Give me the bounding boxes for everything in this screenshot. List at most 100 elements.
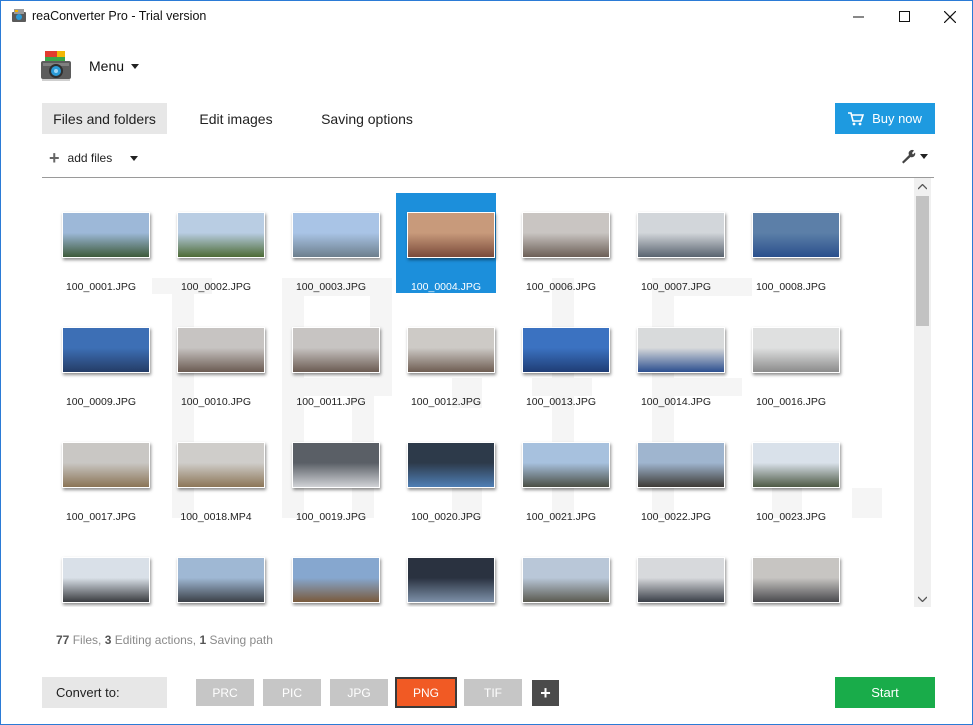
format-label: JPG (347, 685, 371, 700)
thumbnail-image (407, 327, 495, 373)
thumbnail-image (62, 557, 150, 603)
file-thumbnail[interactable]: 100_0013.JPG (511, 308, 611, 408)
file-name: 100_0007.JPG (640, 281, 712, 293)
menu-button[interactable]: Menu (89, 58, 140, 74)
scroll-up-button[interactable] (914, 178, 931, 195)
file-thumbnail[interactable]: 100_0017.JPG (51, 423, 151, 523)
plus-icon: + (540, 682, 551, 703)
saving-label: Saving path (209, 633, 273, 647)
format-label: TIF (484, 685, 502, 700)
file-thumbnail[interactable]: 100_0016.JPG (741, 308, 841, 408)
thumbnail-image (292, 557, 380, 603)
thumbnail-image (62, 327, 150, 373)
convert-to-text: Convert to: (56, 685, 120, 700)
file-thumbnail[interactable]: 100_0011.JPG (281, 308, 381, 408)
files-count: 77 (56, 633, 70, 647)
maximize-button[interactable] (881, 1, 927, 32)
format-button-png[interactable]: PNG (395, 677, 457, 708)
scroll-down-button[interactable] (914, 590, 931, 607)
file-name: 100_0020.JPG (410, 511, 482, 523)
scroll-thumb[interactable] (916, 196, 929, 326)
editing-count: 3 (104, 633, 112, 647)
tab-edit-images[interactable]: Edit images (181, 103, 291, 134)
thumbnail-image (292, 442, 380, 488)
file-thumbnail[interactable]: 100_0009.JPG (51, 308, 151, 408)
add-format-button[interactable]: + (532, 680, 559, 706)
file-thumbnail[interactable]: 100_0020.JPG (396, 423, 496, 523)
thumbnail-image (177, 327, 265, 373)
file-name: 100_0010.JPG (180, 396, 252, 408)
file-thumbnail[interactable] (166, 538, 266, 607)
thumbnail-image (522, 212, 610, 258)
settings-menu-button[interactable] (901, 149, 928, 164)
editing-label: Editing actions, (114, 633, 197, 647)
start-button[interactable]: Start (835, 677, 935, 708)
close-button[interactable] (927, 1, 972, 32)
convert-to-label: Convert to: (42, 677, 167, 708)
format-button-pic[interactable]: PIC (263, 679, 321, 706)
file-thumbnail[interactable]: 100_0018.MP4 (166, 423, 266, 523)
chevron-down-icon[interactable] (130, 155, 139, 161)
file-thumbnail[interactable] (396, 538, 496, 607)
file-thumbnail[interactable]: 100_0004.JPG (396, 193, 496, 293)
app-small-icon (12, 9, 26, 22)
file-name: 100_0017.JPG (65, 511, 137, 523)
add-files-button[interactable]: + add files (49, 149, 139, 167)
file-name: 100_0003.JPG (295, 281, 367, 293)
files-label: Files, (72, 633, 102, 647)
buy-now-label: Buy now (872, 111, 922, 126)
file-thumbnail[interactable] (741, 538, 841, 607)
file-name: 100_0014.JPG (640, 396, 712, 408)
file-name: 100_0002.JPG (180, 281, 252, 293)
format-button-prc[interactable]: PRC (196, 679, 254, 706)
thumbnail-image (522, 327, 610, 373)
thumbnail-image (637, 442, 725, 488)
file-thumbnail[interactable]: 100_0006.JPG (511, 193, 611, 293)
file-name: 100_0013.JPG (525, 396, 597, 408)
format-button-jpg[interactable]: JPG (330, 679, 388, 706)
file-name: 100_0001.JPG (65, 281, 137, 293)
buy-now-button[interactable]: Buy now (835, 103, 935, 134)
file-thumbnail[interactable]: 100_0007.JPG (626, 193, 726, 293)
minimize-icon (852, 16, 864, 18)
file-name: 100_0006.JPG (525, 281, 597, 293)
chevron-down-icon (131, 63, 140, 69)
tab-label: Files and folders (53, 110, 156, 127)
file-thumbnail[interactable]: 100_0002.JPG (166, 193, 266, 293)
file-name: 100_0004.JPG (410, 281, 482, 293)
file-thumbnail[interactable]: 100_0012.JPG (396, 308, 496, 408)
file-thumbnail[interactable]: 100_0003.JPG (281, 193, 381, 293)
status-summary: 77 Files, 3 Editing actions, 1 Saving pa… (56, 633, 273, 647)
file-name: 100_0008.JPG (755, 281, 827, 293)
file-name: 100_0022.JPG (640, 511, 712, 523)
minimize-button[interactable] (835, 1, 881, 32)
file-thumbnail[interactable] (626, 538, 726, 607)
file-thumbnail[interactable]: 100_0001.JPG (51, 193, 151, 293)
title-bar: reaConverter Pro - Trial version (1, 1, 972, 32)
file-thumbnail[interactable]: 100_0019.JPG (281, 423, 381, 523)
file-thumbnail[interactable]: 100_0010.JPG (166, 308, 266, 408)
file-grid[interactable]: 100_0001.JPG 100_0002.JPG 100_0003.JPG 100_… (42, 178, 913, 607)
file-thumbnail[interactable] (511, 538, 611, 607)
app-logo-icon (41, 51, 71, 81)
thumbnail-image (177, 212, 265, 258)
file-thumbnail[interactable]: 100_0022.JPG (626, 423, 726, 523)
format-button-tif[interactable]: TIF (464, 679, 522, 706)
app-window: reaConverter Pro - Trial version Menu Fi… (0, 0, 973, 725)
thumbnail-image (752, 327, 840, 373)
file-thumbnail[interactable]: 100_0014.JPG (626, 308, 726, 408)
file-thumbnail[interactable]: 100_0021.JPG (511, 423, 611, 523)
close-icon (944, 10, 956, 23)
tab-files-and-folders[interactable]: Files and folders (42, 103, 167, 134)
file-thumbnail[interactable]: 100_0008.JPG (741, 193, 841, 293)
file-name: 100_0009.JPG (65, 396, 137, 408)
thumbnail-image (62, 442, 150, 488)
file-thumbnail[interactable] (51, 538, 151, 607)
file-thumbnail[interactable]: 100_0023.JPG (741, 423, 841, 523)
tab-saving-options[interactable]: Saving options (307, 103, 427, 134)
thumbnail-image (292, 327, 380, 373)
file-thumbnail[interactable] (281, 538, 381, 607)
thumbnail-image (637, 557, 725, 603)
format-label: PIC (281, 685, 302, 700)
vertical-scrollbar[interactable] (914, 178, 931, 607)
